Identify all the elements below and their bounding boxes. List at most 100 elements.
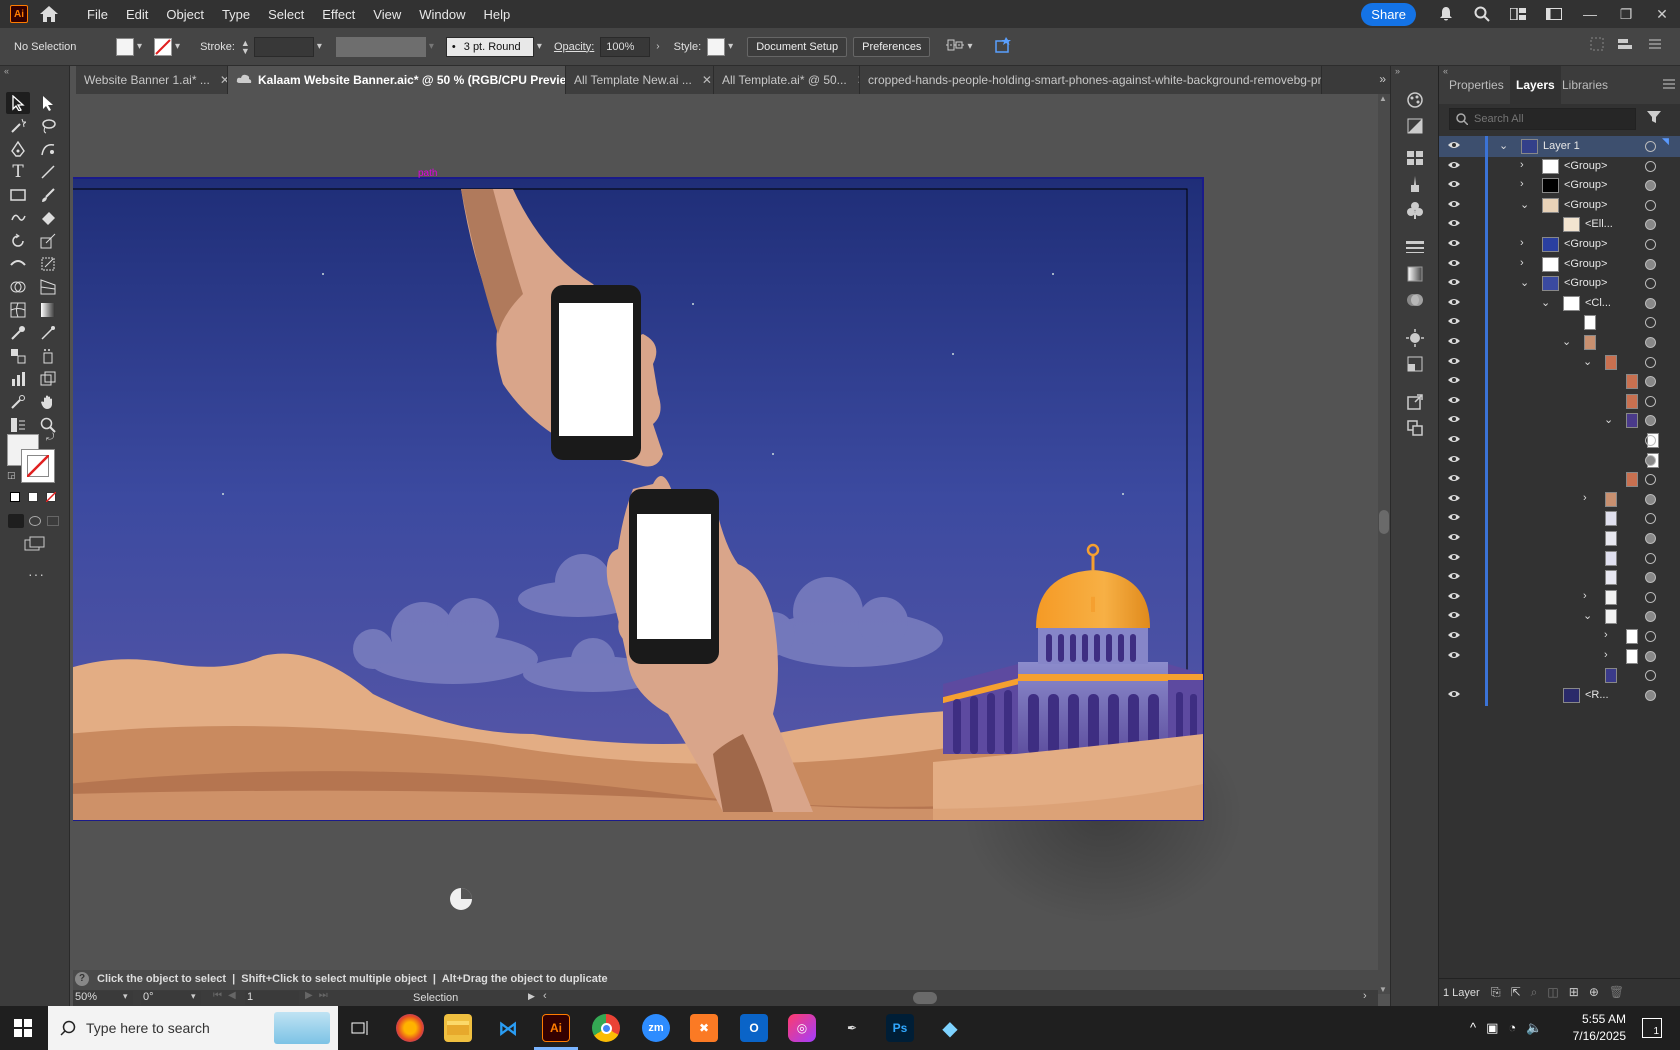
appearance-icon[interactable] (1404, 328, 1426, 348)
layer-row[interactable]: ⌄ (1439, 606, 1680, 628)
layer-row[interactable] (1439, 665, 1680, 687)
chevron-right-icon[interactable]: › (1520, 257, 1524, 269)
tab-all-template-new[interactable]: All Template New.ai ... ✕ (566, 66, 714, 94)
locate-object-icon[interactable]: ⌕ (1531, 985, 1538, 1000)
visibility-eye-icon[interactable] (1447, 238, 1461, 250)
illustrator-taskbar-icon[interactable]: Ai (542, 1014, 570, 1042)
preferences-button[interactable]: Preferences (853, 36, 931, 57)
chevron-down-icon[interactable]: ▾ (175, 41, 180, 52)
brushes-icon[interactable] (1404, 174, 1426, 194)
filter-icon[interactable] (1647, 110, 1661, 127)
chevron-down-icon[interactable]: ⌄ (1541, 296, 1550, 309)
collapse-strip-icon[interactable]: » (1395, 66, 1400, 76)
visibility-eye-icon[interactable] (1447, 297, 1461, 309)
layer-row[interactable] (1439, 508, 1680, 530)
target-circle-icon[interactable] (1645, 631, 1656, 642)
layer-row[interactable]: › (1439, 586, 1680, 608)
layer-row[interactable]: › <Group> (1439, 253, 1680, 275)
creative-cloud-icon[interactable]: ◎ (788, 1014, 816, 1042)
chevron-right-icon[interactable]: ▶ (528, 991, 535, 1002)
hand-tool-icon[interactable] (36, 391, 60, 413)
draw-normal-icon[interactable] (8, 514, 24, 528)
scroll-down-icon[interactable]: ▼ (1379, 985, 1387, 994)
swap-fill-stroke-icon[interactable]: ⤾ (46, 432, 54, 443)
target-circle-icon[interactable] (1645, 356, 1656, 368)
color-theme-icon[interactable] (1404, 90, 1426, 110)
graphic-style-swatch[interactable] (707, 37, 726, 56)
layer-row[interactable]: › <Group> (1439, 175, 1680, 197)
chevron-down-icon[interactable]: ⌄ (1520, 198, 1529, 211)
app-icon[interactable]: ◆ (936, 1014, 964, 1042)
default-fill-stroke-icon[interactable]: ◲ (7, 470, 16, 481)
menu-view[interactable]: View (364, 0, 410, 28)
chevron-down-icon[interactable]: ⌄ (1604, 413, 1613, 426)
target-circle-icon[interactable] (1645, 180, 1656, 192)
volume-icon[interactable]: 🔈 (1526, 1020, 1542, 1036)
rotate-tool-icon[interactable] (6, 230, 30, 252)
tab-kalaam-website-banner[interactable]: Kalaam Website Banner.aic* @ 50 % (RGB/C… (228, 66, 566, 94)
free-transform-tool-icon[interactable] (36, 253, 60, 275)
line-segment-tool-icon[interactable] (36, 161, 60, 183)
target-circle-icon[interactable] (1645, 141, 1656, 152)
create-sublayer-icon[interactable]: ⊞ (1569, 985, 1579, 1000)
gradient-tool-icon[interactable] (36, 299, 60, 321)
canvas[interactable]: path (73, 94, 1378, 970)
transparency-icon[interactable] (1404, 290, 1426, 310)
scroll-up-icon[interactable]: ▲ (1379, 94, 1387, 103)
tab-cropped-hands[interactable]: cropped-hands-people-holding-smart-phone… (860, 66, 1322, 94)
horizontal-scroll-thumb[interactable] (913, 992, 937, 1004)
collect-for-export-icon[interactable]: ⎘ (1491, 985, 1501, 1000)
target-circle-icon[interactable] (1645, 572, 1656, 584)
chevron-right-icon[interactable]: › (656, 41, 659, 52)
symbol-sprayer-icon[interactable] (36, 345, 60, 367)
color-guide-icon[interactable] (1404, 116, 1426, 136)
magic-wand-icon[interactable] (6, 115, 30, 137)
visibility-eye-icon[interactable] (1447, 356, 1461, 368)
gradient-panel-icon[interactable] (1404, 264, 1426, 284)
chevron-right-icon[interactable]: › (1604, 629, 1608, 641)
arrange-documents-icon[interactable] (1500, 0, 1536, 28)
symbols-icon[interactable] (1404, 200, 1426, 220)
search-icon[interactable] (1464, 0, 1500, 28)
tab-website-banner[interactable]: Website Banner 1.ai* ... ✕ (76, 66, 228, 94)
document-setup-button[interactable]: Document Setup (747, 36, 848, 57)
gradient-mode-icon[interactable] (28, 492, 38, 502)
collapse-panel-icon[interactable]: « (4, 66, 9, 76)
visibility-eye-icon[interactable] (1447, 591, 1461, 603)
visibility-eye-icon[interactable] (1447, 316, 1461, 328)
target-circle-icon[interactable] (1645, 552, 1656, 564)
windows-start-icon[interactable] (14, 1019, 32, 1040)
draw-inside-icon[interactable] (47, 516, 59, 526)
tab-libraries[interactable]: Libraries (1562, 78, 1608, 92)
menu-window[interactable]: Window (410, 0, 474, 28)
chevron-down-icon[interactable]: ▾ (537, 41, 542, 52)
file-explorer-icon[interactable] (444, 1014, 472, 1042)
layer-row[interactable]: ⌄ (1439, 410, 1680, 432)
layer-row[interactable] (1439, 449, 1680, 471)
target-circle-icon[interactable] (1645, 219, 1656, 231)
target-circle-icon[interactable] (1645, 297, 1656, 309)
layer-row[interactable]: › <Group> (1439, 234, 1680, 255)
visibility-eye-icon[interactable] (1447, 414, 1461, 426)
clock-time[interactable]: 5:55 AM (1566, 1011, 1626, 1028)
chevron-right-icon[interactable]: › (1520, 159, 1524, 171)
layer-row[interactable]: › (1439, 645, 1680, 667)
print-tiling-icon[interactable] (6, 414, 30, 436)
variable-width-profile[interactable] (335, 36, 426, 57)
chevron-down-icon[interactable]: ⌄ (1499, 139, 1508, 152)
layer-row[interactable] (1439, 312, 1680, 334)
layer-row[interactable]: <Ell... (1439, 214, 1680, 236)
inkscape-icon[interactable]: ✒ (838, 1014, 866, 1042)
eraser-tool-icon[interactable] (36, 207, 60, 229)
visibility-eye-icon[interactable] (1447, 532, 1461, 544)
chevron-down-icon[interactable]: ▾ (123, 991, 128, 1002)
chevron-down-icon[interactable]: ▾ (137, 41, 142, 52)
artboards-icon[interactable] (1404, 418, 1426, 438)
wifi-icon[interactable]: ◔ (1508, 1020, 1516, 1036)
rectangle-tool-icon[interactable] (6, 184, 30, 206)
help-icon[interactable]: ? (75, 972, 89, 986)
target-circle-icon[interactable] (1645, 689, 1656, 701)
network-icon[interactable]: ▣ (1486, 1020, 1498, 1036)
stroke-weight-stepper[interactable]: ▲ ▼ (241, 38, 250, 55)
direct-selection-tool-icon[interactable] (36, 92, 60, 114)
